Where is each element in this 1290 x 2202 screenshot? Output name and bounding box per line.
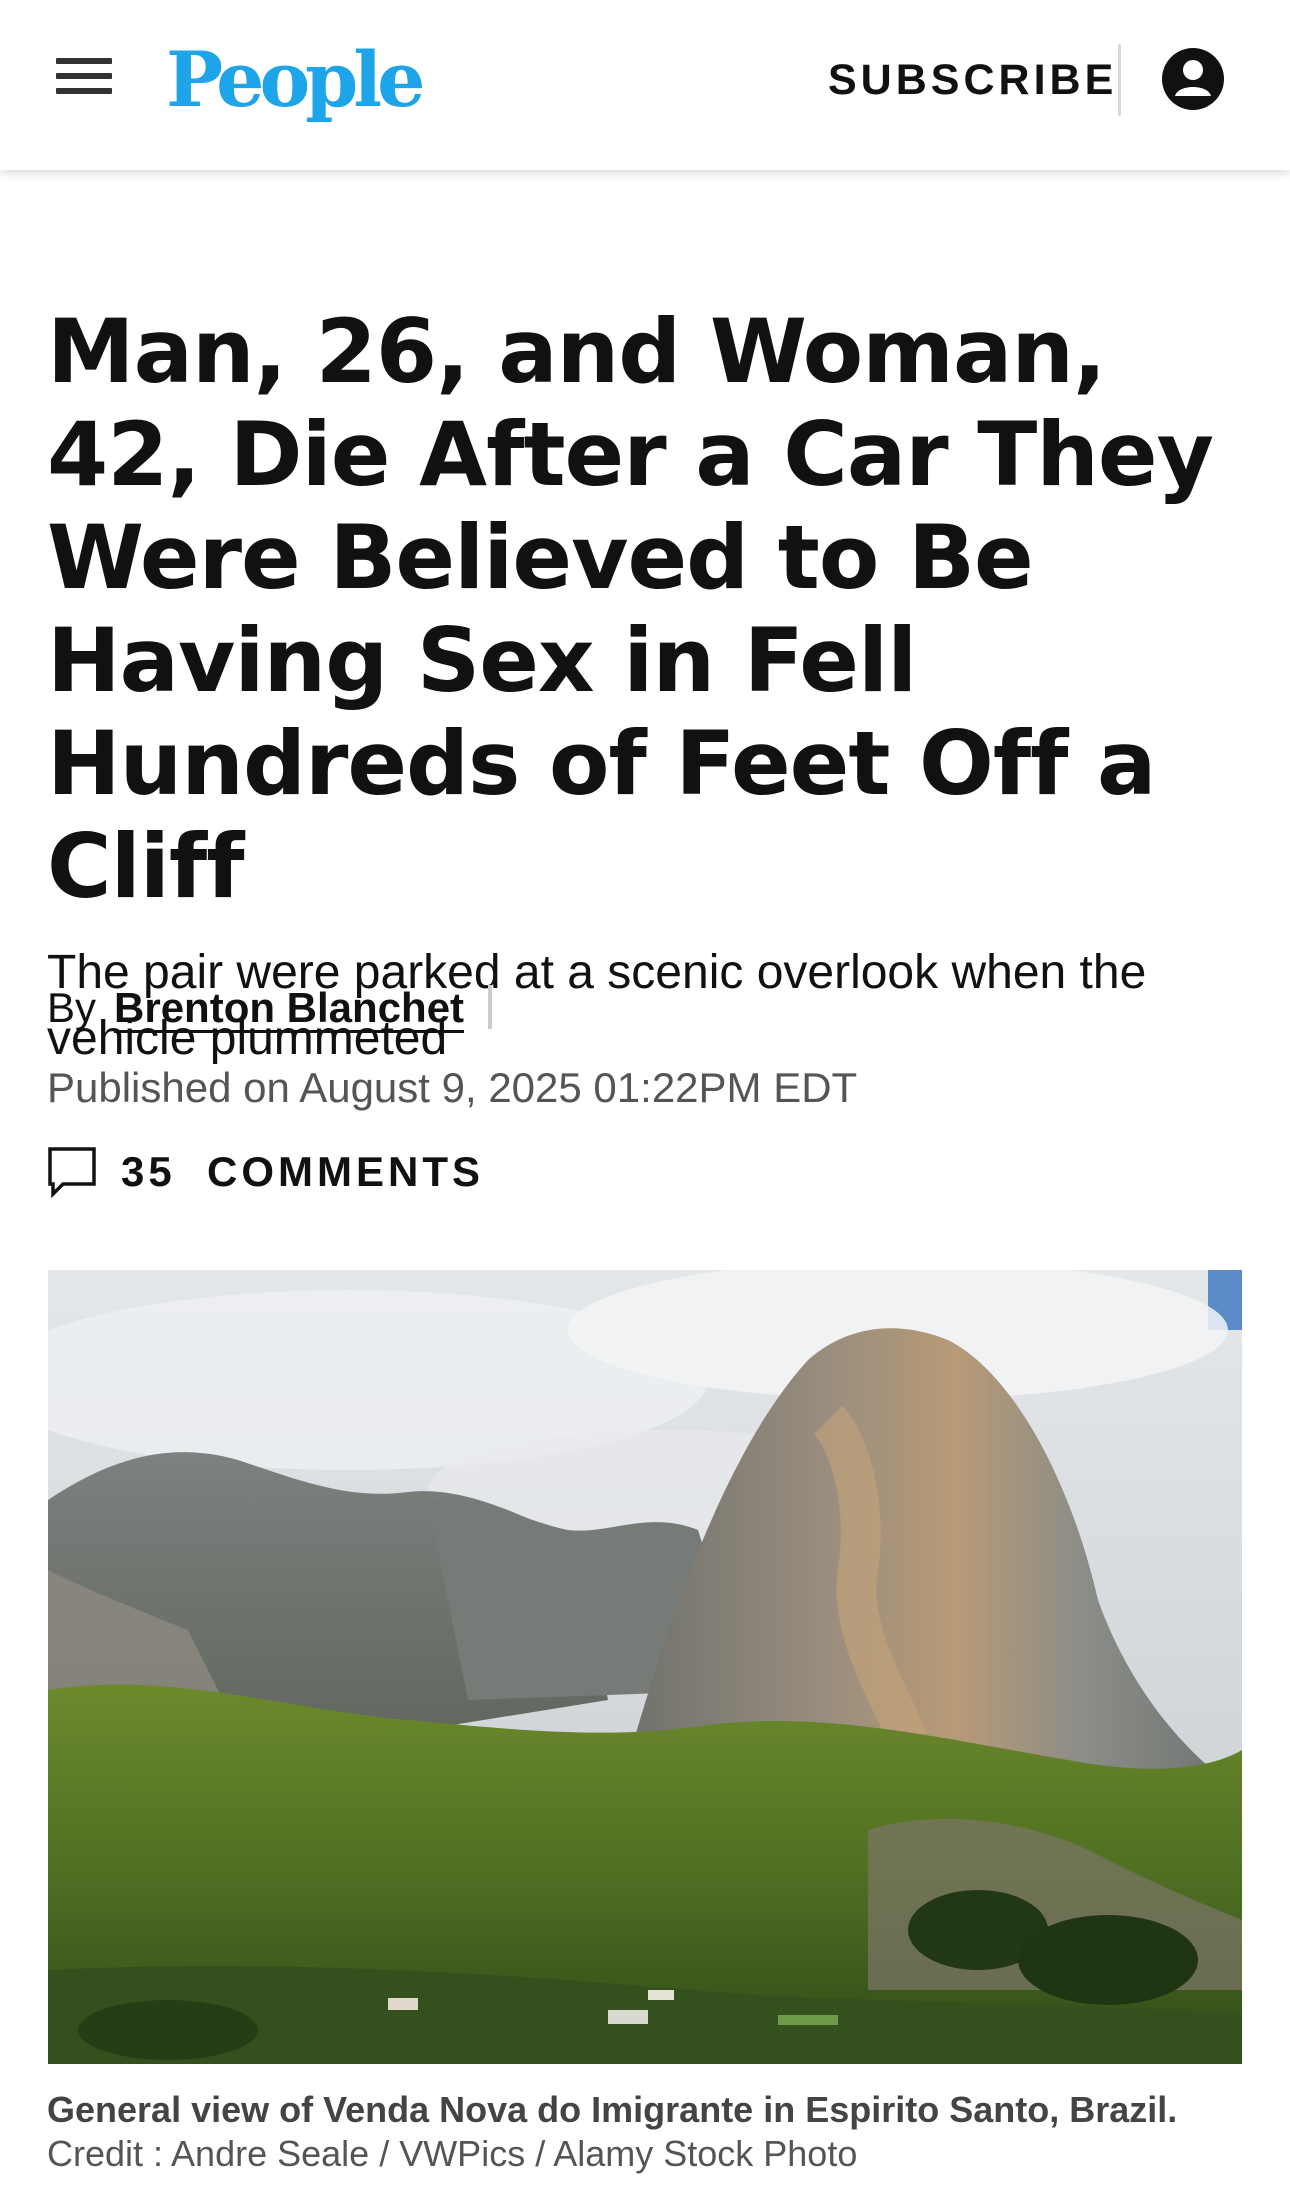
article-headline: Man, 26, and Woman, 42, Die After a Car …	[47, 300, 1214, 918]
user-account-icon[interactable]	[1160, 46, 1226, 112]
byline: By Brenton Blanchet	[47, 980, 493, 1036]
author-link[interactable]: Brenton Blanchet	[114, 984, 464, 1031]
hero-image[interactable]	[48, 1270, 1242, 2064]
article-header: Man, 26, and Woman, 42, Die After a Car …	[47, 300, 1247, 1072]
byline-divider	[488, 984, 493, 1029]
comment-bubble-icon	[48, 1147, 96, 1198]
published-date: Published on August 9, 2025 01:22PM EDT	[47, 1064, 858, 1111]
comments-link[interactable]: 35 COMMENTS	[47, 1144, 484, 1200]
comments-count: 35 COMMENTS	[121, 1148, 485, 1195]
byline-prefix: By	[47, 984, 97, 1031]
site-header: People SUBSCRIBE	[0, 0, 1290, 170]
caption-text: General view of Venda Nova do Imigrante …	[47, 2089, 1178, 2130]
image-caption: General view of Venda Nova do Imigrante …	[47, 2088, 1247, 2176]
people-logo[interactable]: People	[166, 30, 426, 130]
header-divider	[1118, 44, 1121, 116]
subscribe-button[interactable]: SUBSCRIBE	[828, 56, 1117, 104]
photo-credit: Credit : Andre Seale / VWPics / Alamy St…	[47, 2133, 858, 2174]
hamburger-menu-icon[interactable]	[56, 58, 112, 102]
